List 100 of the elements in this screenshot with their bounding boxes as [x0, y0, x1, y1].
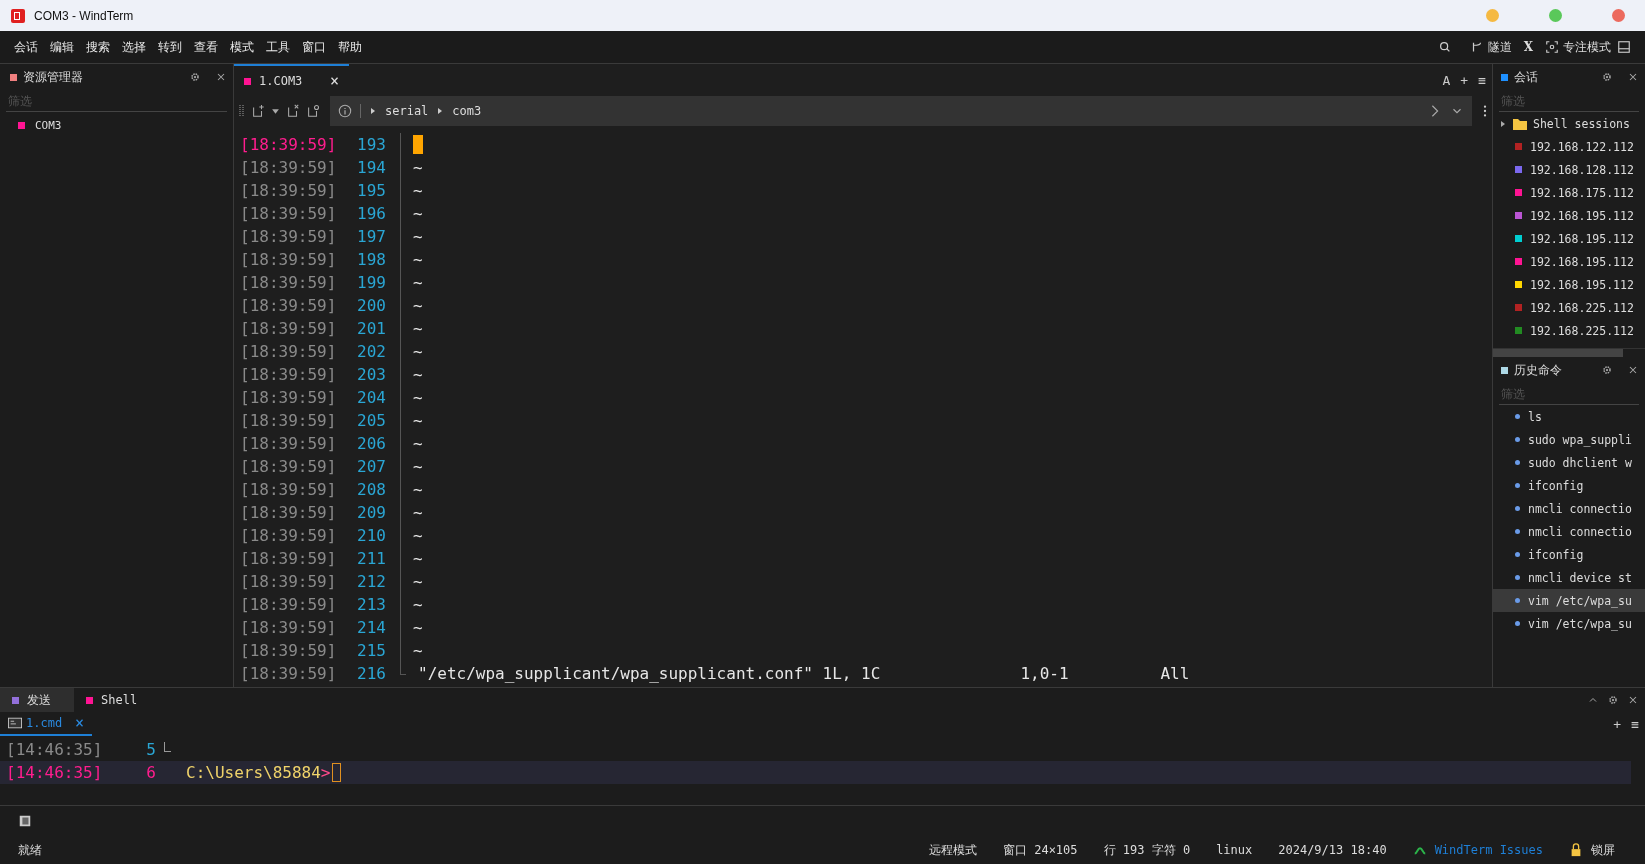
add-button[interactable]: +: [1460, 72, 1469, 88]
panel-tab[interactable]: 发送: [0, 688, 74, 712]
settings-icon[interactable]: [1607, 694, 1619, 706]
history-item[interactable]: ifconfig: [1493, 474, 1645, 497]
menu-item[interactable]: 会话: [8, 38, 44, 56]
timestamp: [18:39:59]: [239, 480, 338, 499]
panel-title: 历史命令: [1514, 361, 1562, 379]
menu-item[interactable]: 窗口: [296, 38, 332, 56]
settings-icon[interactable]: [189, 71, 201, 83]
line-number: 203: [356, 365, 386, 384]
status-item: 行 193 字符 0: [1103, 841, 1191, 859]
terminal-text: ~: [413, 181, 423, 200]
grip-icon[interactable]: [239, 103, 245, 119]
tunnel-button[interactable]: 隧道: [1469, 38, 1512, 56]
history-item[interactable]: ls: [1493, 405, 1645, 428]
info-icon[interactable]: [338, 104, 352, 118]
timestamp: [18:39:59]: [239, 411, 338, 430]
terminal-text: ~: [413, 388, 423, 407]
panel-tab[interactable]: Shell: [74, 688, 148, 712]
close-button[interactable]: [1612, 9, 1625, 22]
close-session-icon[interactable]: [286, 104, 300, 118]
history-item[interactable]: nmcli connectio: [1493, 520, 1645, 543]
breadcrumb[interactable]: serial: [385, 104, 429, 118]
menu-item[interactable]: 帮助: [332, 38, 368, 56]
menu-item[interactable]: 搜索: [80, 38, 116, 56]
layout-icon[interactable]: [1617, 40, 1631, 54]
settings-icon[interactable]: [1601, 364, 1613, 376]
focus-icon: [1545, 40, 1559, 54]
close-icon[interactable]: [215, 71, 227, 83]
shell-tab[interactable]: 1.cmd ×: [0, 712, 92, 736]
issues-link[interactable]: WindTerm Issues: [1434, 843, 1543, 857]
explorer-item[interactable]: COM3: [0, 112, 233, 139]
scrollbar-thumb[interactable]: [1493, 349, 1623, 357]
breadcrumb[interactable]: com3: [452, 104, 482, 118]
fold-mark-icon: [164, 742, 171, 752]
terminal-icon: [8, 716, 22, 730]
line-number: 214: [356, 618, 386, 637]
add-button[interactable]: +: [1613, 716, 1622, 732]
font-button[interactable]: A: [1442, 72, 1451, 88]
history-item[interactable]: vim /etc/wpa_su: [1493, 589, 1645, 612]
menu-item[interactable]: 模式: [224, 38, 260, 56]
bullet-icon: [1515, 414, 1520, 419]
history-item[interactable]: vim /etc/wpa_su: [1493, 612, 1645, 635]
focus-mode-button[interactable]: 专注模式: [1545, 38, 1611, 56]
menu-item[interactable]: 编辑: [44, 38, 80, 56]
terminal-text: ~: [413, 549, 423, 568]
line-number: 210: [356, 526, 386, 545]
status-item: linux: [1216, 843, 1253, 857]
lock-label[interactable]: 锁屏: [1591, 841, 1615, 859]
terminal-text: ~: [413, 618, 423, 637]
close-icon[interactable]: [1627, 694, 1639, 706]
line-number: 194: [356, 158, 386, 177]
session-item[interactable]: 192.168.195.112: [1493, 227, 1645, 250]
line-number: 216: [356, 664, 386, 683]
session-item[interactable]: 192.168.128.112: [1493, 158, 1645, 181]
timestamp: [14:46:35]: [5, 740, 104, 759]
menu-button[interactable]: ≡: [1478, 72, 1486, 88]
history-item[interactable]: sudo dhclient w: [1493, 451, 1645, 474]
menu-item[interactable]: 工具: [260, 38, 296, 56]
tab-close-button[interactable]: ×: [329, 72, 339, 90]
settings-icon[interactable]: [1601, 71, 1613, 83]
bullet-icon: [1515, 621, 1520, 626]
menu-button[interactable]: ≡: [1631, 716, 1639, 732]
line-number: 213: [356, 595, 386, 614]
menu-item[interactable]: 转到: [152, 38, 188, 56]
history-item[interactable]: nmcli device st: [1493, 566, 1645, 589]
search-icon[interactable]: [1437, 40, 1452, 54]
history-item[interactable]: ifconfig: [1493, 543, 1645, 566]
lock-icon[interactable]: [1569, 843, 1583, 857]
tab-label: 1.cmd: [26, 716, 63, 730]
close-icon[interactable]: [1627, 364, 1639, 376]
session-item[interactable]: 192.168.195.112: [1493, 273, 1645, 296]
session-item[interactable]: 192.168.225.112: [1493, 296, 1645, 319]
terminal-text: ~: [413, 641, 423, 660]
caret-icon[interactable]: [271, 106, 280, 116]
menu-item[interactable]: 选择: [116, 38, 152, 56]
history-item[interactable]: nmcli connectio: [1493, 497, 1645, 520]
cursor: [331, 763, 341, 782]
menu-item[interactable]: 查看: [188, 38, 224, 56]
x-button[interactable]: X: [1523, 40, 1533, 54]
history-item[interactable]: sudo wpa_suppli: [1493, 428, 1645, 451]
new-session-icon[interactable]: [251, 104, 265, 118]
terminal-text: ~: [413, 273, 423, 292]
bullet-icon: [1515, 529, 1520, 534]
arrow-icon: [369, 107, 377, 115]
session-item[interactable]: 192.168.122.112: [1493, 135, 1645, 158]
session-item[interactable]: 192.168.175.112: [1493, 181, 1645, 204]
close-icon[interactable]: [1627, 71, 1639, 83]
folder-item[interactable]: Shell sessions: [1493, 112, 1645, 135]
session-item[interactable]: 192.168.195.112: [1493, 204, 1645, 227]
session-item[interactable]: 192.168.195.112: [1493, 250, 1645, 273]
bullet-icon: [1515, 598, 1520, 603]
terminal-text: ~: [413, 204, 423, 223]
line-number: 212: [356, 572, 386, 591]
session-item[interactable]: 192.168.225.112: [1493, 319, 1645, 342]
tab-close-button[interactable]: ×: [74, 714, 84, 732]
timestamp: [18:39:59]: [239, 204, 338, 223]
duplicate-session-icon[interactable]: [306, 104, 320, 118]
timestamp: [18:39:59]: [239, 434, 338, 453]
window-icon[interactable]: [18, 814, 32, 828]
